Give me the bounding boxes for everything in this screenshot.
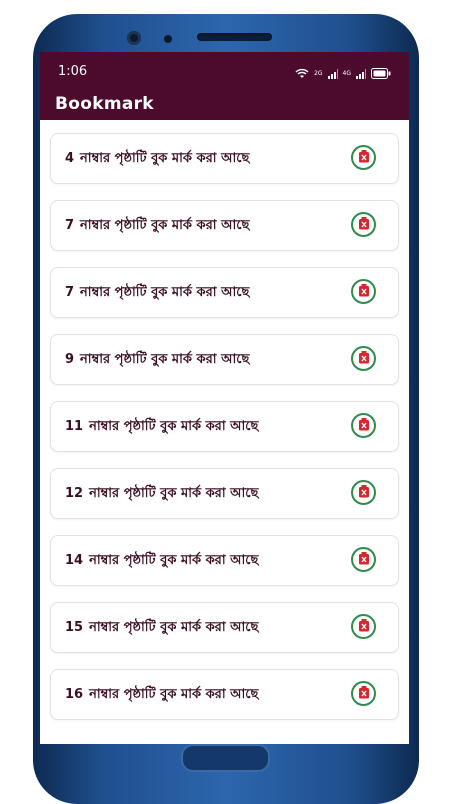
delete-icon xyxy=(358,215,370,234)
bookmark-text: নাম্বার পৃষ্ঠাটি বুক মার্ক করা আছে xyxy=(89,687,259,702)
phone-screen: 1:06 2G 4G Bookmark 4 নাম্বার পৃষ্ঠাটি ব… xyxy=(40,52,409,744)
bookmark-page-number: 12 xyxy=(65,486,84,501)
delete-bookmark-button[interactable] xyxy=(351,681,376,706)
bookmark-text: নাম্বার পৃষ্ঠাটি বুক মার্ক করা আছে xyxy=(89,419,259,434)
signal-icon xyxy=(327,64,338,83)
delete-bookmark-button[interactable] xyxy=(351,480,376,505)
delete-icon xyxy=(358,148,370,167)
earpiece-speaker xyxy=(197,33,272,41)
bookmark-item[interactable]: 11 নাম্বার পৃষ্ঠাটি বুক মার্ক করা আছে xyxy=(50,401,399,452)
delete-icon xyxy=(358,483,370,502)
bookmark-label: 15 নাম্বার পৃষ্ঠাটি বুক মার্ক করা আছে xyxy=(65,618,258,639)
wifi-icon xyxy=(295,64,309,83)
bookmark-label: 9 নাম্বার পৃষ্ঠাটি বুক মার্ক করা আছে xyxy=(65,350,249,371)
bookmark-list: 4 নাম্বার পৃষ্ঠাটি বুক মার্ক করা আছে 7 নাম্… xyxy=(40,120,409,720)
bookmark-page-number: 16 xyxy=(65,687,84,702)
delete-bookmark-button[interactable] xyxy=(351,279,376,304)
bookmark-text: নাম্বার পৃষ্ঠাটি বুক মার্ক করা আছে xyxy=(89,486,259,501)
delete-icon xyxy=(358,550,370,569)
delete-icon xyxy=(358,349,370,368)
bookmark-item[interactable]: 12 নাম্বার পৃষ্ঠাটি বুক মার্ক করা আছে xyxy=(50,468,399,519)
bookmark-text: নাম্বার পৃষ্ঠাটি বুক মার্ক করা আছে xyxy=(89,553,259,568)
delete-icon xyxy=(358,282,370,301)
page-title: Bookmark xyxy=(55,94,154,114)
signal-icon xyxy=(356,64,366,83)
delete-bookmark-button[interactable] xyxy=(351,614,376,639)
battery-icon xyxy=(371,64,391,83)
bookmark-label: 7 নাম্বার পৃষ্ঠাটি বুক মার্ক করা আছে xyxy=(65,283,249,304)
front-camera xyxy=(127,31,141,45)
delete-icon xyxy=(358,416,370,435)
bookmark-text: নাম্বার পৃষ্ঠাটি বুক মার্ক করা আছে xyxy=(80,151,250,166)
bookmark-item[interactable]: 14 নাম্বার পৃষ্ঠাটি বুক মার্ক করা আছে xyxy=(50,535,399,586)
bookmark-text: নাম্বার পৃষ্ঠাটি বুক মার্ক করা আছে xyxy=(80,285,250,300)
bookmark-page-number: 11 xyxy=(65,419,84,434)
bookmark-item[interactable]: 7 নাম্বার পৃষ্ঠাটি বুক মার্ক করা আছে xyxy=(50,200,399,251)
status-icons: 2G 4G xyxy=(295,64,391,83)
bookmark-page-number: 4 xyxy=(65,151,75,166)
delete-bookmark-button[interactable] xyxy=(351,346,376,371)
bookmark-text: নাম্বার পৃষ্ঠাটি বুক মার্ক করা আছে xyxy=(80,218,250,233)
network-2g-label: 2G xyxy=(314,70,323,77)
app-bar: Bookmark xyxy=(40,92,409,120)
bookmark-page-number: 14 xyxy=(65,553,84,568)
bookmark-text: নাম্বার পৃষ্ঠাটি বুক মার্ক করা আছে xyxy=(89,620,259,635)
delete-icon xyxy=(358,617,370,636)
bookmark-label: 16 নাম্বার পৃষ্ঠাটি বুক মার্ক করা আছে xyxy=(65,685,258,706)
bookmark-label: 4 নাম্বার পৃষ্ঠাটি বুক মার্ক করা আছে xyxy=(65,149,249,170)
delete-bookmark-button[interactable] xyxy=(351,547,376,572)
bookmark-page-number: 9 xyxy=(65,352,75,367)
delete-bookmark-button[interactable] xyxy=(351,212,376,237)
bookmark-item[interactable]: 7 নাম্বার পৃষ্ঠাটি বুক মার্ক করা আছে xyxy=(50,267,399,318)
bookmark-page-number: 7 xyxy=(65,285,75,300)
delete-bookmark-button[interactable] xyxy=(351,145,376,170)
delete-icon xyxy=(358,684,370,703)
bookmark-page-number: 15 xyxy=(65,620,84,635)
bookmark-item[interactable]: 15 নাম্বার পৃষ্ঠাটি বুক মার্ক করা আছে xyxy=(50,602,399,653)
bookmark-label: 11 নাম্বার পৃষ্ঠাটি বুক মার্ক করা আছে xyxy=(65,417,258,438)
bookmark-item[interactable]: 16 নাম্বার পৃষ্ঠাটি বুক মার্ক করা আছে xyxy=(50,669,399,720)
home-button[interactable] xyxy=(181,744,270,772)
status-time: 1:06 xyxy=(58,64,88,79)
network-4g-label: 4G xyxy=(342,70,351,77)
bookmark-text: নাম্বার পৃষ্ঠাটি বুক মার্ক করা আছে xyxy=(80,352,250,367)
status-bar: 1:06 2G 4G xyxy=(40,52,409,92)
bookmark-label: 14 নাম্বার পৃষ্ঠাটি বুক মার্ক করা আছে xyxy=(65,551,258,572)
delete-bookmark-button[interactable] xyxy=(351,413,376,438)
bookmark-item[interactable]: 4 নাম্বার পৃষ্ঠাটি বুক মার্ক করা আছে xyxy=(50,133,399,184)
bookmark-page-number: 7 xyxy=(65,218,75,233)
proximity-sensor xyxy=(164,35,172,43)
bookmark-label: 7 নাম্বার পৃষ্ঠাটি বুক মার্ক করা আছে xyxy=(65,216,249,237)
bookmark-item[interactable]: 9 নাম্বার পৃষ্ঠাটি বুক মার্ক করা আছে xyxy=(50,334,399,385)
bookmark-label: 12 নাম্বার পৃষ্ঠাটি বুক মার্ক করা আছে xyxy=(65,484,258,505)
